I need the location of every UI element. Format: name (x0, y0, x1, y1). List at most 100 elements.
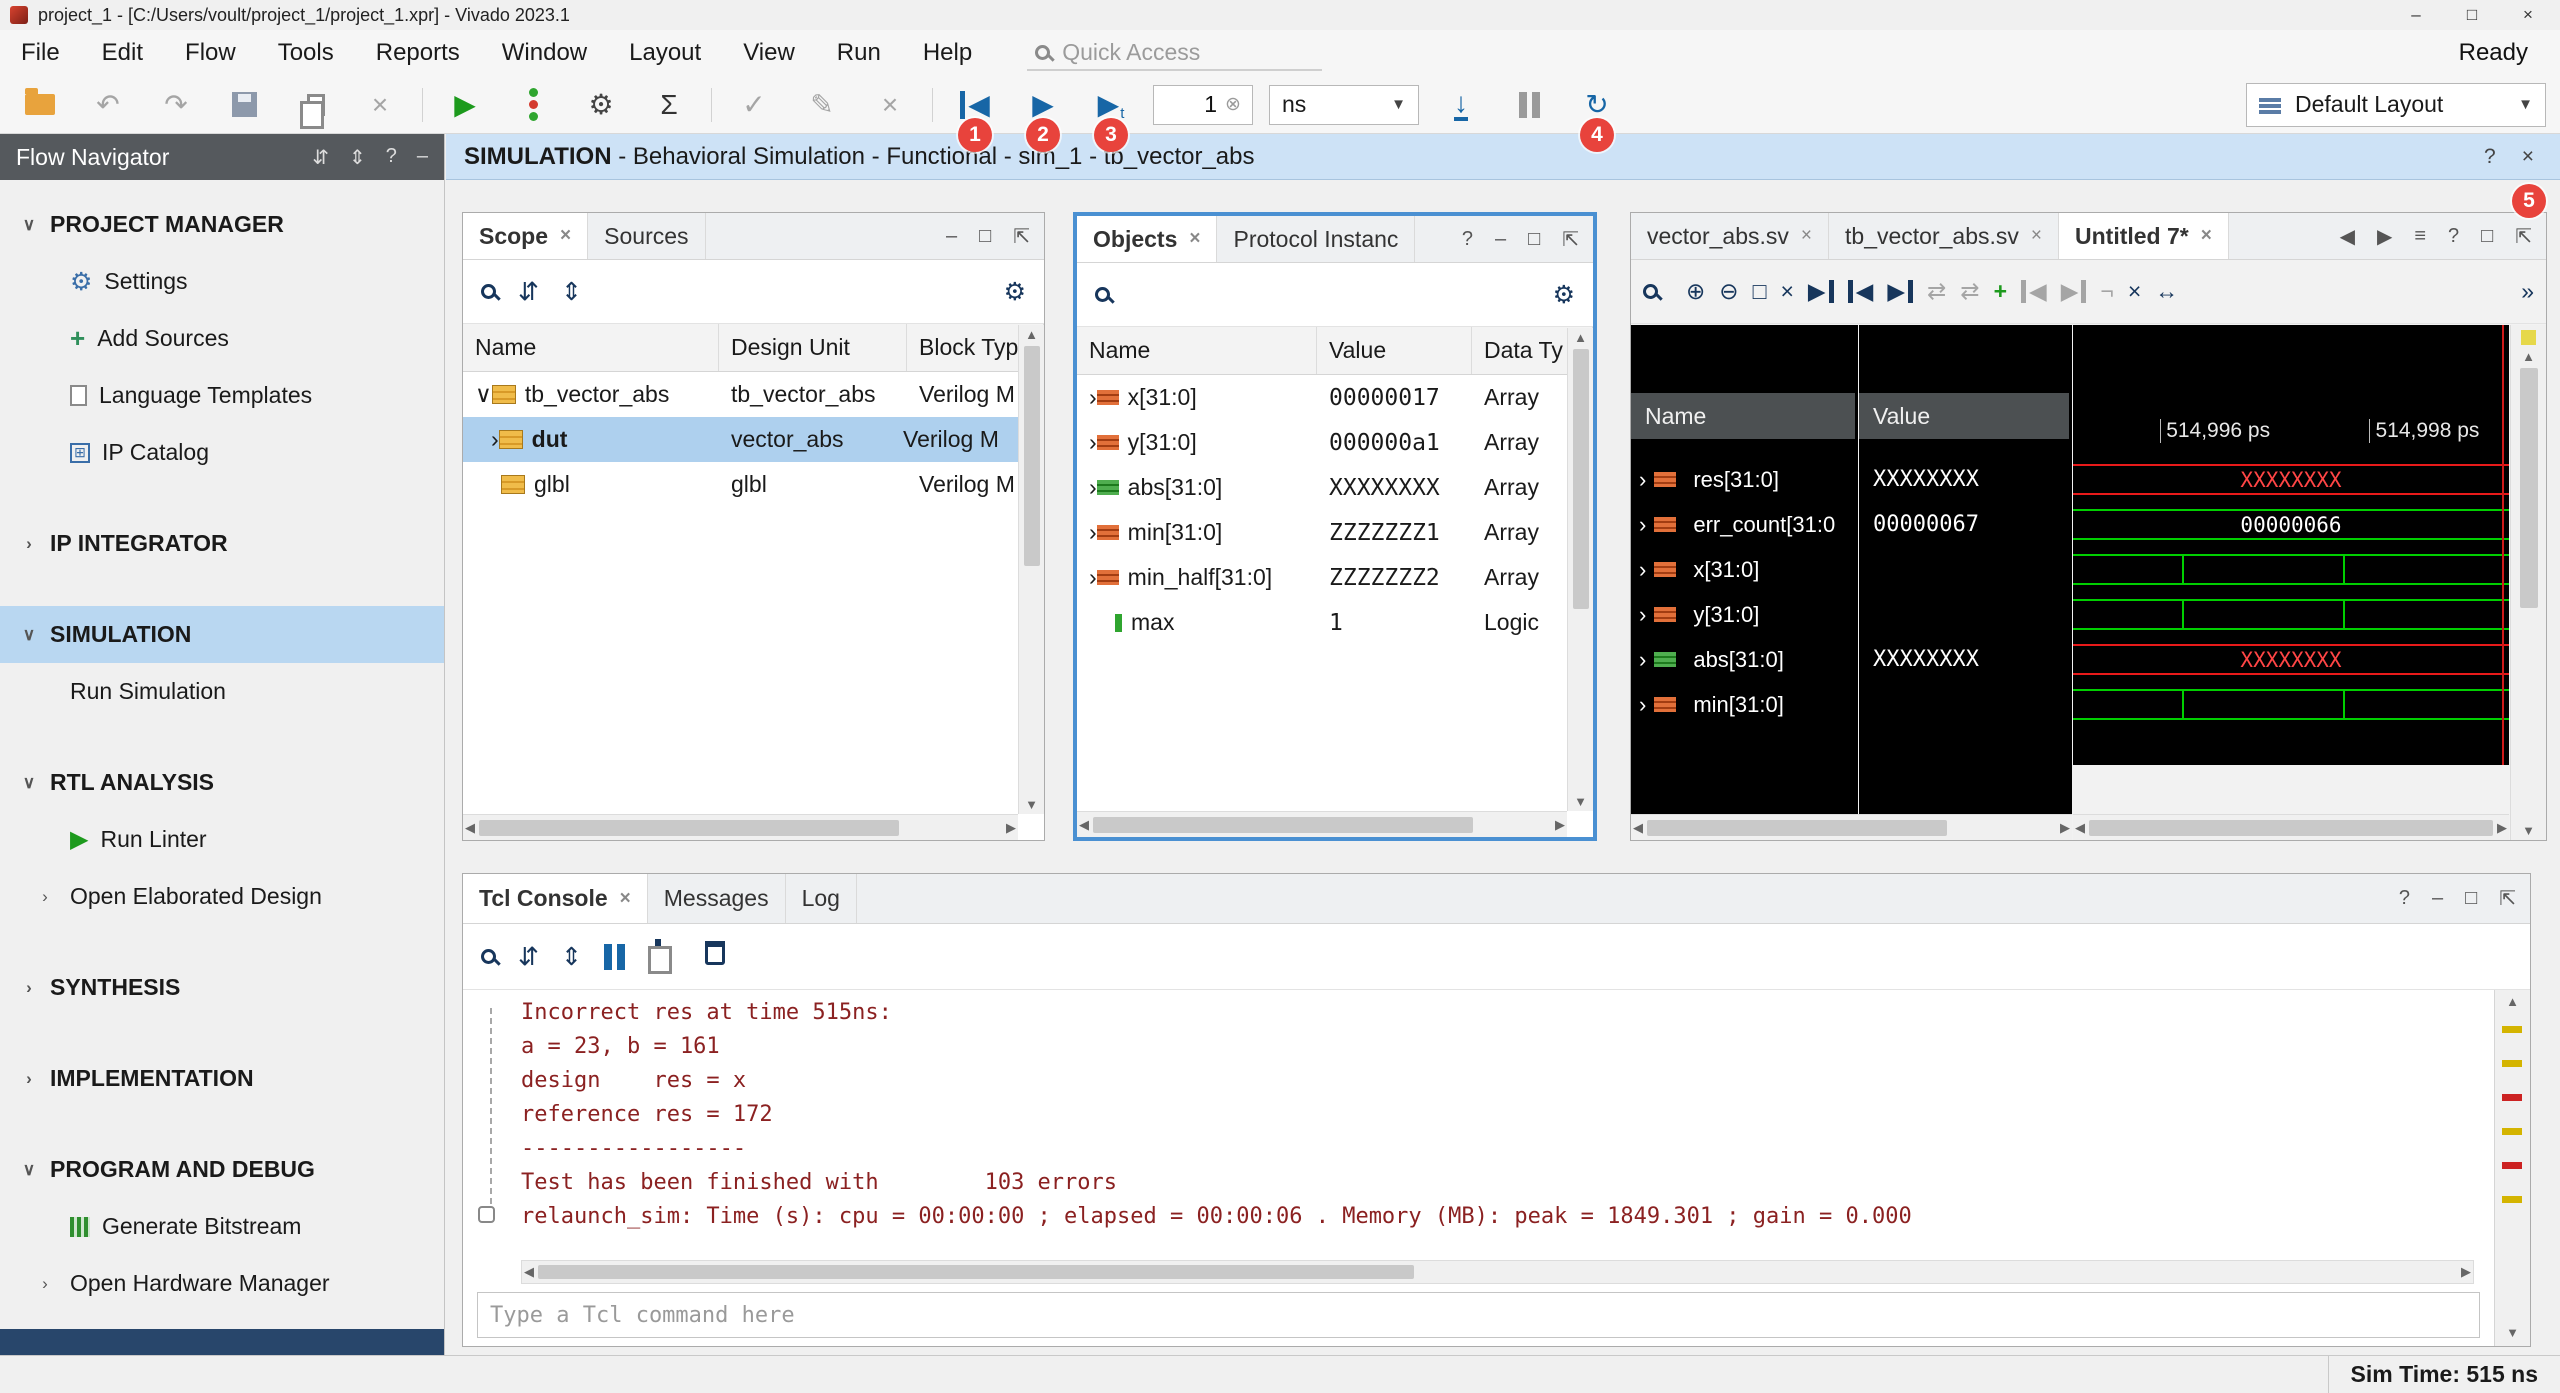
horizontal-scrollbar[interactable]: ◀ ▶ (1077, 811, 1567, 837)
sidebar-item-ip-catalog[interactable]: ⊞ IP Catalog (0, 424, 444, 481)
sidebar-item-settings[interactable]: ⚙ Settings (0, 253, 444, 310)
float-icon[interactable]: ⇱ (1562, 227, 1579, 252)
sidebar-item-run-linter[interactable]: ▶ Run Linter (0, 811, 444, 868)
wave-signal-name[interactable]: ›min[31:0] (1631, 682, 1858, 727)
settings-button[interactable]: ⚙ (575, 82, 627, 128)
wave-signal-name[interactable]: ›err_count[31:0 (1631, 502, 1858, 547)
help-icon[interactable]: ? (386, 145, 397, 170)
object-row[interactable]: ›min[31:0] ZZZZZZZ1 Array (1077, 510, 1593, 555)
collapse-all-icon[interactable]: ⇵ (312, 145, 329, 170)
search-icon[interactable] (481, 949, 496, 964)
scroll-left-icon[interactable]: ◀ (1079, 817, 1089, 833)
tab-log[interactable]: Log (786, 874, 857, 923)
wave-cursor[interactable] (2502, 325, 2504, 765)
minimize-icon[interactable]: – (1495, 228, 1506, 251)
table-row[interactable]: ∨ tb_vector_abs tb_vector_abs Verilog M (463, 372, 1044, 417)
chevron-right-icon[interactable]: › (1639, 602, 1646, 628)
close-icon[interactable]: × (2031, 225, 2042, 247)
scroll-right-icon[interactable]: ▶ (1006, 820, 1016, 836)
add-marker-icon[interactable]: + (1994, 278, 2007, 305)
swap-cursor-icon[interactable]: ↔ (2155, 278, 2178, 305)
tcl-command-input[interactable] (477, 1292, 2480, 1338)
scroll-up-icon[interactable]: ▲ (2522, 349, 2535, 364)
chevron-right-icon[interactable]: › (1639, 467, 1646, 493)
relaunch-simulation-button[interactable]: ↻ 4 (1571, 82, 1623, 128)
tab-objects[interactable]: Objects × (1077, 216, 1217, 262)
horizontal-scrollbar[interactable]: ◀ ▶ (463, 814, 1018, 840)
menu-edit[interactable]: Edit (81, 30, 164, 76)
vertical-scrollbar[interactable]: ▲ ▼ (2494, 990, 2530, 1346)
prev-transition-icon[interactable]: ⇄ (1927, 278, 1946, 305)
chevron-right-icon[interactable]: › (1639, 557, 1646, 583)
section-synthesis[interactable]: › SYNTHESIS (0, 959, 444, 1016)
help-icon[interactable]: ? (2448, 225, 2459, 248)
cancel-button[interactable]: × (864, 82, 916, 128)
menu-layout[interactable]: Layout (608, 30, 722, 76)
clear-console-button[interactable] (705, 941, 725, 972)
column-header-design-unit[interactable]: Design Unit (719, 324, 907, 371)
section-project-manager[interactable]: ∨ PROJECT MANAGER (0, 196, 444, 253)
scroll-right-icon[interactable]: ▶ (2060, 820, 2070, 836)
run-all-button[interactable]: ▶ 2 (1017, 82, 1069, 128)
chevron-right-icon[interactable]: › (16, 1069, 42, 1089)
time-unit-select[interactable]: ns ▼ (1269, 85, 1419, 125)
scrollbar-thumb[interactable] (2520, 368, 2538, 608)
close-icon[interactable]: × (2522, 145, 2534, 169)
chevron-right-icon[interactable]: › (1639, 647, 1646, 673)
program-device-button[interactable] (507, 82, 559, 128)
close-icon[interactable]: × (1189, 228, 1200, 250)
overflow-icon[interactable]: » (2521, 278, 2534, 305)
pause-output-button[interactable] (604, 944, 625, 970)
chevron-right-icon[interactable]: › (32, 1274, 58, 1294)
minimize-icon[interactable]: – (417, 145, 428, 170)
simulation-time-field[interactable]: ⊗ (1153, 85, 1253, 125)
horizontal-scrollbar[interactable]: ◀ ▶ (521, 1260, 2474, 1284)
section-implementation[interactable]: › IMPLEMENTATION (0, 1050, 444, 1107)
expand-all-icon[interactable]: ⇕ (349, 145, 366, 170)
object-row[interactable]: ›y[31:0] 000000a1 Array (1077, 420, 1593, 465)
column-header-name[interactable]: Name (1077, 327, 1317, 374)
tab-sources[interactable]: Sources (588, 213, 705, 259)
menu-tools[interactable]: Tools (257, 30, 355, 76)
chevron-right-icon[interactable]: › (491, 426, 499, 453)
menu-view[interactable]: View (722, 30, 816, 76)
scroll-up-icon[interactable]: ▲ (2495, 990, 2530, 1009)
zoom-out-icon[interactable]: ⊖ (1719, 278, 1738, 305)
tab-scope[interactable]: Scope × (463, 213, 588, 259)
sidebar-item-open-hardware-manager[interactable]: › Open Hardware Manager (0, 1255, 444, 1312)
chevron-right-icon[interactable]: › (1089, 474, 1097, 501)
window-close-button[interactable]: × (2500, 0, 2556, 30)
scroll-down-icon[interactable]: ▼ (2495, 1325, 2530, 1340)
run-for-time-button[interactable]: ▶t 3 (1085, 82, 1137, 128)
scrollbar-thumb[interactable] (1647, 820, 1947, 836)
scrollbar-thumb[interactable] (1093, 817, 1473, 833)
restart-simulation-button[interactable]: ◀ 1 (949, 82, 1001, 128)
prev-edge-icon[interactable]: ◀ (2021, 280, 2047, 303)
negate-icon[interactable]: ¬ (2100, 278, 2113, 305)
sidebar-item-add-sources[interactable]: + Add Sources (0, 310, 444, 367)
tab-menu-icon[interactable]: ≡ (2414, 225, 2426, 248)
scrollbar-thumb[interactable] (2089, 820, 2493, 836)
search-icon[interactable] (481, 284, 496, 299)
sidebar-item-run-simulation[interactable]: Run Simulation (0, 663, 444, 720)
help-icon[interactable]: ? (1462, 228, 1473, 251)
wave-signal-name[interactable]: ›x[31:0] (1631, 547, 1858, 592)
object-row[interactable]: max 1 Logic (1077, 600, 1593, 645)
next-transition-icon[interactable]: ⇄ (1960, 278, 1979, 305)
scroll-left-icon[interactable]: ◀ (2075, 820, 2085, 836)
scroll-left-icon[interactable]: ◀ (465, 820, 475, 836)
scroll-up-icon[interactable]: ▲ (1025, 327, 1038, 342)
window-minimize-button[interactable]: – (2388, 0, 2444, 30)
chevron-down-icon[interactable]: ∨ (16, 215, 42, 235)
tab-untitled-7[interactable]: Untitled 7* × (2059, 213, 2229, 259)
tab-vector-abs-sv[interactable]: vector_abs.sv × (1631, 213, 1829, 259)
menu-help[interactable]: Help (902, 30, 993, 76)
chevron-right-icon[interactable]: › (1089, 519, 1097, 546)
scroll-down-icon[interactable]: ▼ (1574, 794, 1587, 809)
prev-tab-icon[interactable]: ◀ (2340, 224, 2355, 249)
column-header-name[interactable]: Name (463, 324, 719, 371)
wave-name-column-header[interactable]: Name (1631, 393, 1855, 439)
go-to-time-icon[interactable]: ▶ (1808, 280, 1834, 303)
float-icon[interactable]: ⇱ (2499, 886, 2516, 911)
maximize-icon[interactable]: □ (2465, 887, 2477, 910)
